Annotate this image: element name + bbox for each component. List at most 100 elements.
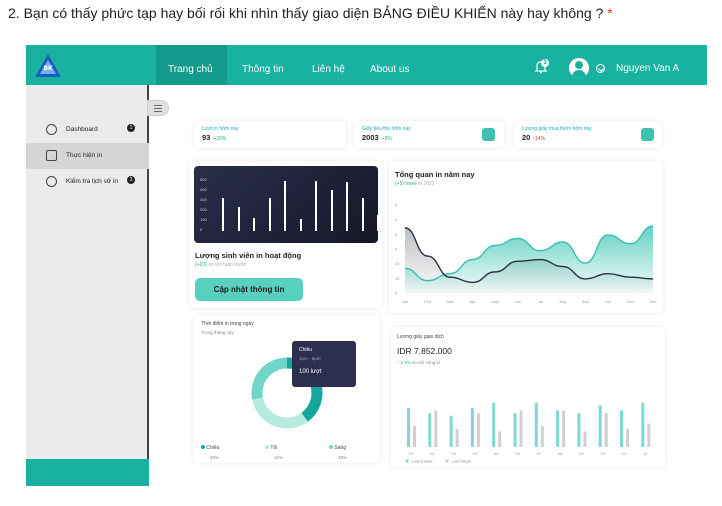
bar <box>377 215 379 231</box>
logo-text: BK <box>43 65 53 72</box>
bar <box>519 410 523 447</box>
bar <box>577 413 581 447</box>
stat-card-prints: Lượt in hôm nay 93 +20% <box>194 121 346 148</box>
paper-icon[interactable] <box>482 128 495 141</box>
bar <box>407 408 410 447</box>
x-tick-label: May <box>491 299 499 304</box>
legend-pct: 40% <box>210 455 220 460</box>
stat-value: 2003 +5% <box>362 133 392 142</box>
bar <box>434 410 438 447</box>
stat-delta: +20% <box>213 136 227 142</box>
bar <box>476 413 480 447</box>
stat-delta: +5% <box>381 136 392 142</box>
stat-card-paper-bought: Lượng giấy mua thêm hôm nay 20 -14% <box>514 121 662 148</box>
x-tick-label: Oct <box>605 299 612 304</box>
bar <box>222 198 224 231</box>
x-tick-label: 02 <box>430 451 435 456</box>
sidebar-item-print[interactable]: Thực hiện in <box>26 143 149 169</box>
y-tick-label: 15 <box>395 261 400 266</box>
bar <box>583 431 587 447</box>
stat-card-paper-used: Giấy tiêu thụ hôm nay 2003 +5% <box>354 121 504 148</box>
x-tick-label: Jul <box>538 299 543 304</box>
tooltip-value: 100 lượt <box>299 369 322 375</box>
bar <box>604 413 608 447</box>
x-tick-label: Nov <box>627 299 634 304</box>
tooltip-label: Chiều <box>299 347 313 353</box>
legend-pct: 32% <box>274 455 284 460</box>
x-tick-label: 06 <box>515 451 520 456</box>
y-tick-label: 500 <box>200 177 207 182</box>
update-info-button[interactable]: Cập nhật thông tin <box>195 278 303 301</box>
x-tick-label: 03 <box>451 451 456 456</box>
stat-value: 93 +20% <box>202 133 227 142</box>
chevron-down-icon[interactable] <box>596 64 605 73</box>
stat-value: 20 -14% <box>522 133 546 142</box>
donut-tooltip: Chiều 1pm - 6pm 100 lượt <box>292 341 356 387</box>
transactions-delta: ↑ 2.1% so với cùng kì <box>397 360 441 365</box>
dashboard-frame: BK Trang chủ Thông tin Liên hệ About us … <box>26 45 707 486</box>
active-students-title: Lượng sinh viên in hoạt động <box>195 251 302 260</box>
x-tick-label: Jun <box>515 299 521 304</box>
legend-label: Last Week <box>452 459 471 464</box>
bar <box>470 408 474 447</box>
y-tick-label: 4 <box>395 217 398 222</box>
bar <box>540 426 544 447</box>
nav-thong-tin[interactable]: Thông tin <box>242 64 284 75</box>
transactions-amount: IDR 7.852.000 <box>397 346 452 356</box>
y-tick-label: 100 <box>200 217 207 222</box>
sidebar-item-dashboard[interactable]: Dashboard 1 <box>26 117 149 143</box>
notification-badge: 3 <box>541 59 549 67</box>
legend-pct: 28% <box>338 455 348 460</box>
bar <box>237 207 240 231</box>
sidebar-badge: 1 <box>127 124 135 132</box>
y-tick-label: 3 <box>395 232 398 237</box>
x-tick-label: 07 <box>537 451 542 456</box>
sidebar-item-history[interactable]: Kiểm tra lịch sử in 3 <box>26 169 149 195</box>
tooltip-time: 1pm - 6pm <box>299 356 321 361</box>
overview-card: Tổng quan in năm nay (+5) more in 2022 5… <box>389 161 663 313</box>
overview-area-chart: 5 4 3 2 15 10 0 Jan Feb Mar Apr May Jun Jul Aug Sep Oct N… <box>395 203 657 305</box>
donut-slice <box>252 397 308 429</box>
sidebar-collapse-button[interactable] <box>147 100 169 116</box>
user-name[interactable]: Nguyen Van A <box>616 63 679 74</box>
bar <box>330 190 333 231</box>
x-tick-label: Sep <box>582 299 590 304</box>
x-tick-label: 05 <box>494 451 499 456</box>
donut-slice <box>251 357 288 400</box>
stat-label: Lượng giấy mua thêm hôm nay <box>522 126 592 132</box>
overview-title: Tổng quan in năm nay <box>395 170 475 179</box>
y-tick-label: 5 <box>395 203 398 208</box>
bar <box>413 426 416 447</box>
x-tick-label: 04 <box>473 451 478 456</box>
bar <box>641 402 645 447</box>
bar <box>626 428 629 447</box>
bar <box>299 219 302 231</box>
printer-icon <box>46 150 57 161</box>
time-of-day-title: Thời điểm in trong ngày <box>201 321 254 327</box>
x-tick-label: 08 <box>558 451 563 456</box>
legend-item: Tối <box>265 445 277 451</box>
nav-trang-chu[interactable]: Trang chủ <box>168 64 213 75</box>
survey-question: 2. Bạn có thấy phức tạp hay bối rối khi … <box>8 5 613 21</box>
bar <box>449 415 453 447</box>
bar <box>647 423 651 447</box>
question-text: 2. Bạn có thấy phức tạp hay bối rối khi … <box>8 5 604 21</box>
y-tick-label: 0 <box>200 227 203 232</box>
nav-about-us[interactable]: About us <box>370 64 409 75</box>
document-icon[interactable] <box>641 128 654 141</box>
y-tick-label: 400 <box>200 187 207 192</box>
x-tick-label: 12 <box>643 451 648 456</box>
top-navbar: BK Trang chủ Thông tin Liên hệ About us … <box>26 45 707 85</box>
x-tick-label: Jan <box>402 299 408 304</box>
time-of-day-card: Thời điểm in trong ngày Trong tháng này … <box>193 315 380 463</box>
active-students-chart: 500 400 300 200 100 0 <box>194 166 379 243</box>
legend-item: Chiều <box>201 445 219 451</box>
avatar[interactable] <box>569 58 589 78</box>
x-tick-label: Dec <box>649 299 656 304</box>
x-tick-label: Aug <box>559 299 566 304</box>
bar <box>620 410 623 447</box>
sidebar: Dashboard 1 Thực hiện in Kiểm tra lịch s… <box>26 85 149 486</box>
nav-lien-he[interactable]: Liên hệ <box>312 64 345 75</box>
bar <box>513 413 517 447</box>
y-tick-label: 10 <box>395 276 400 281</box>
